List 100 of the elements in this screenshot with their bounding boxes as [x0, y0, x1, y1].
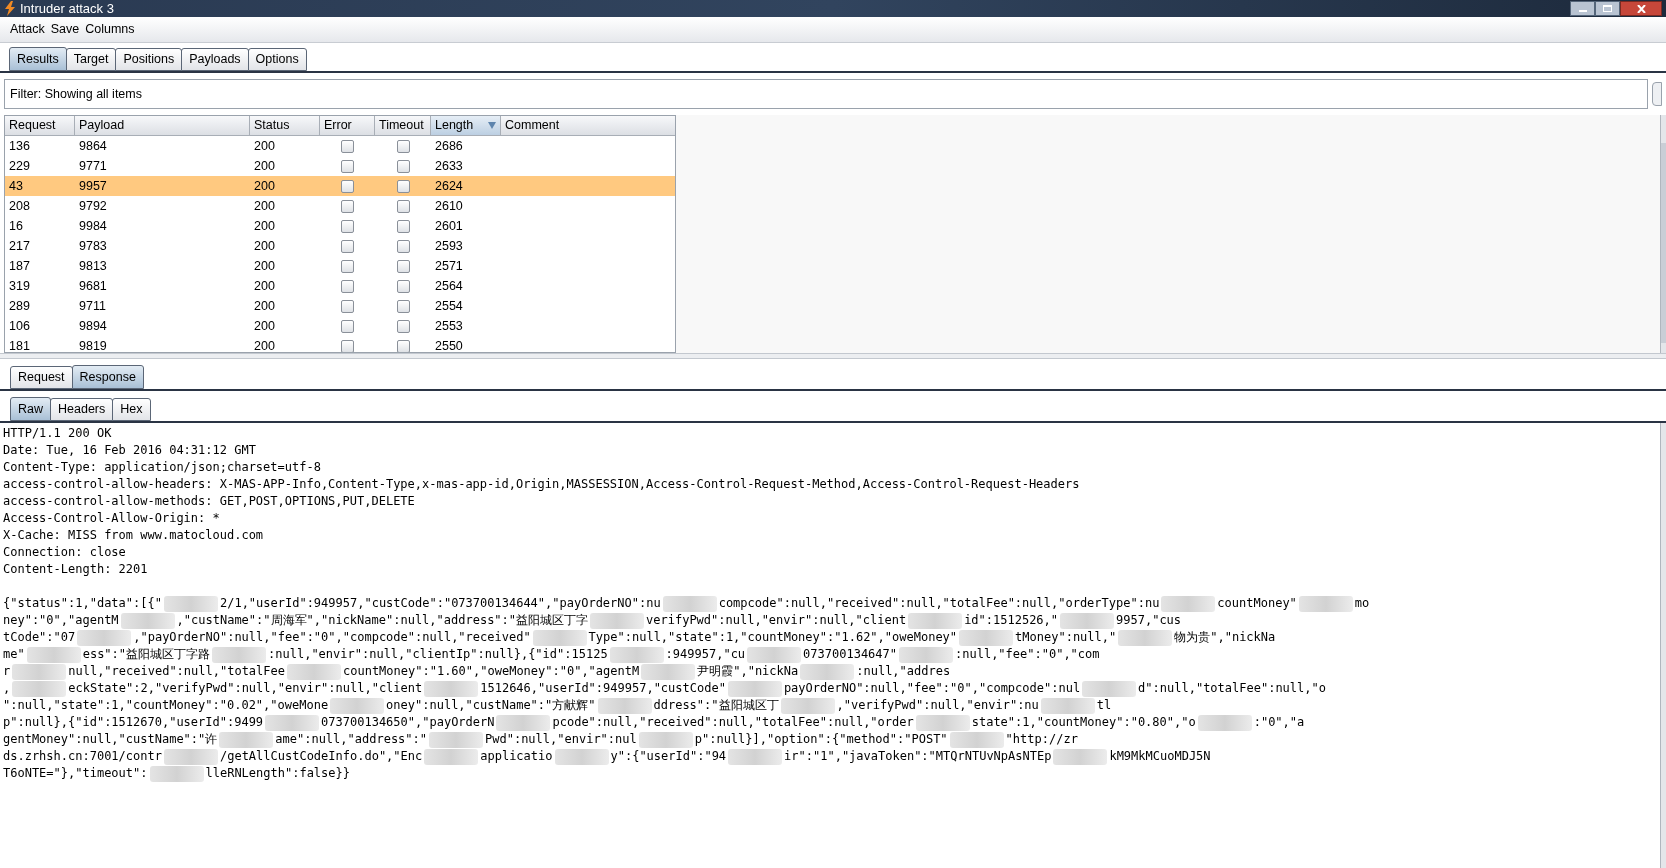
table-cell-text: 2593 — [434, 237, 464, 255]
checkbox[interactable] — [341, 219, 354, 233]
close-icon — [1636, 4, 1646, 13]
scrollbar[interactable] — [1660, 115, 1666, 353]
redaction-block — [1060, 612, 1115, 629]
maximize-button[interactable] — [1595, 1, 1620, 16]
column-header[interactable]: Length — [431, 116, 501, 136]
table-row[interactable]: 43 9957 200 2624 — [5, 176, 675, 196]
redaction-block — [780, 697, 835, 714]
table-cell-text: 200 — [253, 277, 276, 295]
table-row[interactable]: 289 9711 200 2554 — [5, 296, 675, 316]
table-cell-text: 2571 — [434, 257, 464, 275]
table-row[interactable]: 16 9984 200 2601 — [5, 216, 675, 236]
table-row[interactable]: 217 9783 200 2593 — [5, 236, 675, 256]
response-text: , — [3, 680, 11, 697]
response-text: id":1512526," — [964, 612, 1059, 629]
checkbox[interactable] — [341, 179, 354, 193]
checkbox[interactable] — [396, 339, 410, 352]
table-cell-text: 16 — [8, 217, 24, 235]
redaction-block — [26, 646, 81, 663]
redaction-block — [662, 595, 717, 612]
menu-item[interactable]: Attack — [10, 20, 45, 39]
response-text: ,"custName":"周海军","nickName":null,"address":"益阳城区丁字 — [176, 612, 589, 629]
table-row[interactable]: 106 9894 200 2553 — [5, 316, 675, 336]
redaction-block — [532, 629, 587, 646]
header-line: Content-Type: application/json;charset=utf-8 — [3, 459, 322, 476]
checkbox[interactable] — [341, 259, 354, 273]
column-header[interactable]: Error — [320, 116, 375, 136]
table-cell-text: 200 — [253, 237, 276, 255]
checkbox[interactable] — [396, 179, 410, 193]
table-cell-text: 187 — [8, 257, 31, 275]
table-cell-text: 9864 — [78, 137, 108, 155]
checkbox[interactable] — [396, 219, 410, 233]
tab[interactable]: Positions — [115, 48, 183, 71]
checkbox[interactable] — [396, 239, 410, 253]
close-button[interactable] — [1620, 1, 1662, 16]
checkbox[interactable] — [396, 319, 410, 333]
response-text: :949957,"cu — [665, 646, 746, 663]
tab[interactable]: Results — [9, 47, 67, 71]
checkbox[interactable] — [396, 159, 410, 173]
tab[interactable]: Target — [65, 48, 117, 71]
response-text: countMoney":"1.60","oweMoney":"0","agentM — [343, 663, 640, 680]
table-row[interactable]: 208 9792 200 2610 — [5, 196, 675, 216]
tab[interactable]: Headers — [50, 398, 114, 421]
redaction-block — [287, 663, 341, 680]
response-text: :null,"envir":null,"clientIp":null},{"id":15125 — [268, 646, 608, 663]
table-row[interactable]: 187 9813 200 2571 — [5, 256, 675, 276]
checkbox[interactable] — [341, 199, 354, 213]
tab[interactable]: Options — [247, 48, 307, 71]
menu-item[interactable]: Save — [50, 20, 80, 39]
response-text: compcode":null,"received":null,"totalFee":null,"orderType":nu — [718, 595, 1160, 612]
redaction-block — [949, 731, 1004, 748]
table-cell-text: 181 — [8, 337, 31, 352]
checkbox[interactable] — [341, 139, 354, 153]
checkbox[interactable] — [341, 159, 354, 173]
checkbox[interactable] — [341, 239, 354, 253]
redaction-block — [747, 646, 802, 663]
maximize-icon — [1603, 5, 1612, 12]
tab[interactable]: Hex — [112, 398, 151, 421]
column-header[interactable]: Request — [5, 116, 75, 136]
checkbox[interactable] — [396, 139, 410, 153]
response-text: ":null,"state":1,"countMoney":"0.02","oweMone — [3, 697, 329, 714]
redaction-block — [1082, 680, 1137, 697]
checkbox[interactable] — [396, 199, 410, 213]
response-text: :null,"fee":"0","com — [955, 646, 1100, 663]
column-header[interactable]: Status — [250, 116, 320, 136]
checkbox[interactable] — [396, 259, 410, 273]
column-header[interactable]: Comment — [501, 116, 675, 136]
checkbox[interactable] — [396, 299, 410, 313]
redaction-block — [554, 748, 609, 765]
header-line: Access-Control-Allow-Origin: * — [3, 510, 221, 527]
checkbox[interactable] — [341, 279, 354, 293]
tab[interactable]: Raw — [10, 397, 51, 421]
header-line: Connection: close — [3, 544, 127, 561]
column-header[interactable]: Timeout — [375, 116, 431, 136]
redaction-block — [1053, 748, 1108, 765]
table-cell-text: 200 — [253, 297, 276, 315]
checkbox[interactable] — [396, 279, 410, 293]
column-header[interactable]: Payload — [75, 116, 250, 136]
tab[interactable]: Response — [71, 365, 144, 389]
table-cell-text: 2553 — [434, 317, 464, 335]
redaction-block — [163, 595, 218, 612]
table-row[interactable]: 181 9819 200 2550 — [5, 336, 675, 352]
filter-bar[interactable]: Filter: Showing all items — [4, 79, 1648, 109]
checkbox[interactable] — [341, 319, 354, 333]
response-text: ddress":"益阳城区丁 — [653, 697, 779, 714]
menu-item[interactable]: Columns — [85, 20, 135, 39]
scrollbar[interactable] — [1660, 423, 1666, 868]
response-text: eckState":2,"verifyPwd":null,"envir":null,"client — [68, 680, 423, 697]
tab[interactable]: Request — [10, 366, 73, 389]
checkbox[interactable] — [341, 299, 354, 313]
help-button[interactable] — [1652, 82, 1662, 106]
table-cell-text: 9957 — [78, 177, 108, 195]
table-row[interactable]: 229 9771 200 2633 — [5, 156, 675, 176]
tab[interactable]: Payloads — [181, 48, 249, 71]
table-row[interactable]: 319 9681 200 2564 — [5, 276, 675, 296]
checkbox[interactable] — [341, 339, 354, 352]
response-text: r — [3, 663, 11, 680]
table-row[interactable]: 136 9864 200 2686 — [5, 136, 675, 156]
minimize-button[interactable] — [1570, 1, 1595, 16]
